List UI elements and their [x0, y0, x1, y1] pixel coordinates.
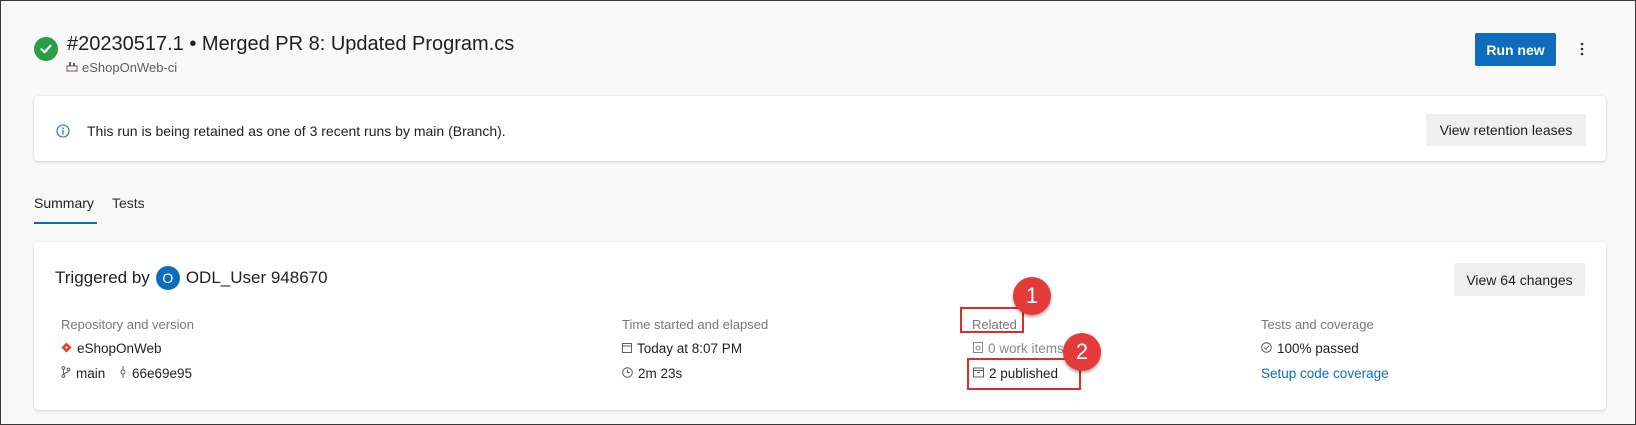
selected-tab-indicator	[34, 222, 97, 224]
pipeline-name: eShopOnWeb-ci	[82, 60, 178, 75]
pipeline-link[interactable]: eShopOnWeb-ci	[66, 60, 177, 75]
info-icon	[56, 124, 70, 138]
run-title: #20230517.1 • Merged PR 8: Updated Progr…	[67, 33, 515, 55]
tests-coverage-label: Tests and coverage	[1261, 317, 1374, 332]
time-started: Today at 8:07 PM	[622, 341, 742, 356]
tests-passed-value: 100% passed	[1277, 341, 1359, 356]
repository-link[interactable]: eShopOnWeb	[61, 341, 162, 356]
triggered-by-label: Triggered by	[55, 268, 150, 287]
git-repo-icon	[61, 341, 72, 356]
commit-icon	[119, 366, 127, 381]
callout-badge-1: 1	[1013, 277, 1051, 315]
time-label: Time started and elapsed	[622, 317, 769, 332]
tests-passed-link[interactable]: 100% passed	[1261, 341, 1359, 356]
succeeded-status-icon	[34, 37, 58, 61]
branch-link[interactable]: main	[61, 366, 105, 381]
branch-icon	[61, 366, 71, 381]
clock-icon	[622, 366, 633, 381]
run-new-button[interactable]: Run new	[1475, 33, 1556, 66]
commit-link[interactable]: 66e69e95	[119, 366, 192, 381]
calendar-icon	[622, 341, 632, 356]
repository-name: eShopOnWeb	[77, 341, 162, 356]
repository-label: Repository and version	[61, 317, 194, 332]
test-check-icon	[1261, 341, 1272, 356]
triggered-by: Triggered by O ODL_User 948670	[55, 266, 328, 290]
commit-id: 66e69e95	[132, 366, 193, 381]
user-name[interactable]: ODL_User 948670	[186, 268, 328, 288]
branch-name: main	[76, 366, 106, 381]
view-changes-button[interactable]: View 64 changes	[1454, 263, 1585, 296]
setup-code-coverage-link[interactable]: Setup code coverage	[1261, 366, 1389, 381]
time-started-value: Today at 8:07 PM	[637, 341, 743, 356]
avatar: O	[155, 266, 180, 290]
callout-badge-2: 2	[1063, 333, 1101, 371]
tab-summary[interactable]: Summary	[34, 195, 94, 211]
time-elapsed-value: 2m 23s	[638, 366, 683, 381]
more-actions-icon[interactable]	[1574, 37, 1590, 61]
view-retention-leases-button[interactable]: View retention leases	[1426, 114, 1586, 146]
tab-tests[interactable]: Tests	[112, 195, 145, 211]
work-item-icon	[973, 341, 983, 356]
retention-message: This run is being retained as one of 3 r…	[87, 123, 506, 139]
work-items-link[interactable]: 0 work items	[973, 341, 1064, 356]
work-items-value: 0 work items	[988, 341, 1064, 356]
callout-box-published	[967, 358, 1081, 390]
callout-box-related	[960, 307, 1024, 333]
time-elapsed: 2m 23s	[622, 366, 682, 381]
pipeline-icon	[66, 60, 78, 75]
